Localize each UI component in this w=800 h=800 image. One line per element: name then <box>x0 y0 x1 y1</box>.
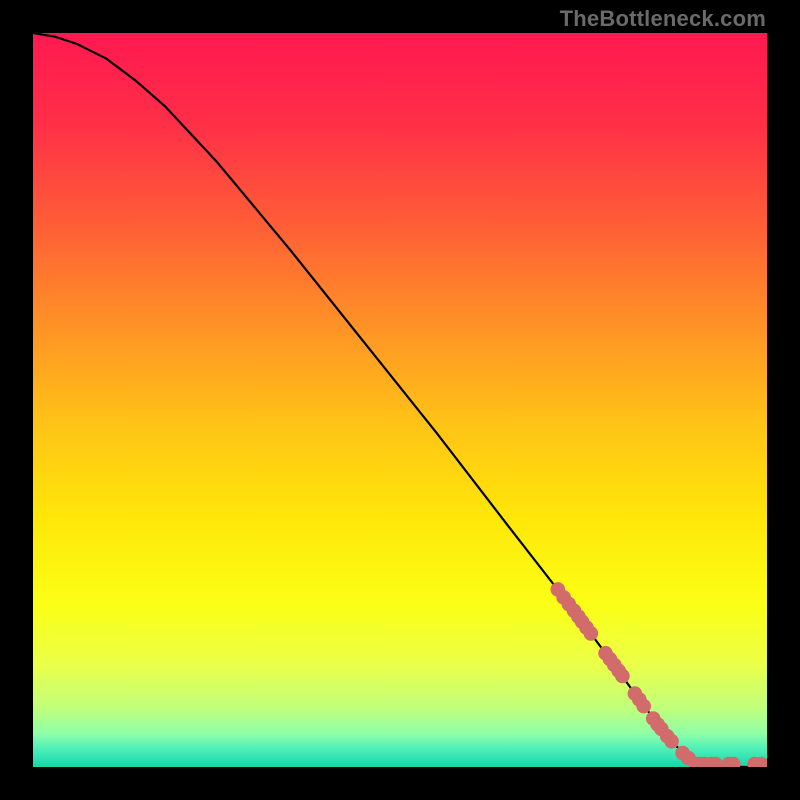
data-point <box>636 699 651 714</box>
chart-stage: TheBottleneck.com <box>0 0 800 800</box>
data-point <box>584 626 599 641</box>
data-points <box>551 582 767 767</box>
bottleneck-curve <box>33 33 767 767</box>
data-point <box>615 669 630 684</box>
data-point <box>664 734 679 749</box>
plot-area <box>33 33 767 767</box>
watermark-text: TheBottleneck.com <box>560 6 766 32</box>
curve-overlay <box>33 33 767 767</box>
